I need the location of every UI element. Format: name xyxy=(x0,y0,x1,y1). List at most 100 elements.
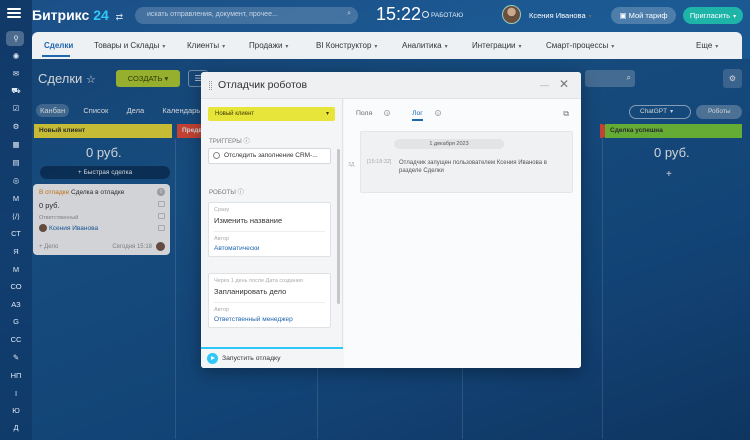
debugger-right-panel: Поля? Лог? ⧉ 1 декабря 2023 ЗД [15:18:32… xyxy=(344,99,581,368)
logo-number: 24 xyxy=(93,7,109,23)
nav-item-bi[interactable]: BI Конструктор ▾ xyxy=(316,41,377,50)
rail-item-az[interactable]: АЗ xyxy=(0,297,32,313)
chatgpt-button[interactable]: ChatGPT ▾ xyxy=(629,105,691,119)
deal-title[interactable]: В отладке Сделка в отладке xyxy=(39,189,164,196)
rail-item-yu[interactable]: Ю xyxy=(0,403,32,419)
filter-icon[interactable]: ⚲ xyxy=(0,31,32,47)
deal-responsible-name: Ксения Иванова xyxy=(49,225,99,232)
rail-item-g[interactable]: G xyxy=(0,314,32,330)
pen-icon[interactable]: ✎ xyxy=(0,350,32,366)
quick-deal-button[interactable]: + Быстрая сделка xyxy=(40,166,170,179)
plan-label: Мой тариф xyxy=(628,11,668,20)
run-debug-label: Запустить отладку xyxy=(222,355,281,362)
robot-author: Ответственный менеджер xyxy=(214,316,293,323)
rail-item-i[interactable]: І xyxy=(0,386,32,402)
cart-icon[interactable]: ⛟ xyxy=(0,83,32,99)
view-kanban[interactable]: Канбан xyxy=(36,104,70,117)
nav-item-more[interactable]: Еще ▾ xyxy=(696,41,718,50)
create-button[interactable]: СОЗДАТЬ ▾ xyxy=(116,70,180,87)
template-select[interactable]: Новый клиент ▾ xyxy=(208,107,335,121)
nav-item-sales[interactable]: Продажи ▾ xyxy=(249,41,288,50)
robots-button[interactable]: Роботы xyxy=(696,105,742,119)
nav-item-clients[interactable]: Клиенты ▾ xyxy=(187,41,225,50)
rail-item-ss[interactable]: СС xyxy=(0,332,32,348)
chevron-down-icon: ▾ xyxy=(733,14,737,20)
switch-icon: ⇄ xyxy=(115,12,124,22)
help-icon[interactable]: ⓘ xyxy=(244,138,250,145)
search-icon: ⌕ xyxy=(626,73,631,82)
nav-item-more-label: Еще xyxy=(696,41,713,50)
mail-icon[interactable] xyxy=(158,213,165,219)
robot-icon[interactable]: ⚙ xyxy=(0,119,32,135)
code-icon[interactable]: ⟨/⟩ xyxy=(0,209,32,225)
feed-icon[interactable]: ✉ xyxy=(0,66,32,82)
tasks-icon[interactable]: ☑ xyxy=(0,101,32,117)
nav-item-smart-processes[interactable]: Смарт-процессы ▾ xyxy=(546,41,614,50)
scrollbar[interactable] xyxy=(337,149,340,304)
column-header-new[interactable]: Новый клиент xyxy=(34,124,172,138)
nav-item-integrations[interactable]: Интеграции ▾ xyxy=(472,41,522,50)
rail-item-np[interactable]: НП xyxy=(0,368,32,384)
tab-log[interactable]: Лог? xyxy=(412,110,451,121)
view-activities[interactable]: Дела xyxy=(123,104,149,117)
rail-item-d[interactable]: Д xyxy=(0,420,32,436)
menu-icon[interactable] xyxy=(7,8,21,18)
column-sum-new: 0 руб. xyxy=(86,145,122,160)
rail-item-so[interactable]: СО xyxy=(0,279,32,295)
settings-button[interactable]: ⚙ xyxy=(723,69,742,88)
deal-responsible[interactable]: Ксения Иванова xyxy=(39,224,164,232)
nav-item-deals[interactable]: Сделки xyxy=(44,41,73,50)
mail-icon[interactable]: M xyxy=(0,191,32,207)
chat-icon[interactable] xyxy=(158,225,165,231)
close-icon[interactable]: ✕ xyxy=(559,77,569,91)
search-input[interactable]: искать отправления, документ, прочее... … xyxy=(135,7,358,24)
view-list[interactable]: Список xyxy=(79,104,112,117)
tab-fields[interactable]: Поля? xyxy=(356,110,400,117)
work-status[interactable]: РАБОТАЮ xyxy=(422,11,463,19)
rail-item-st[interactable]: СТ xyxy=(0,226,32,242)
log-time: [15:18:32] xyxy=(367,159,392,165)
robot-card[interactable]: Сразу Изменить название Автор Автоматиче… xyxy=(208,202,331,257)
plan-button[interactable]: ▣ Мой тариф xyxy=(611,7,676,24)
debugger-left-panel: Новый клиент ▾ ТРИГГЕРЫ ⓘ Отследить запол… xyxy=(201,99,343,368)
nav-item-analytics[interactable]: Аналитика ▾ xyxy=(402,41,448,50)
add-activity-link[interactable]: + Дело xyxy=(39,244,58,250)
run-debug-button[interactable]: Запустить отладку xyxy=(201,347,343,368)
avatar[interactable] xyxy=(502,5,521,24)
logo[interactable]: Битрикс 24 ⇄ xyxy=(32,7,123,23)
deal-status: В отладке xyxy=(39,189,70,196)
column-divider xyxy=(602,139,603,439)
rail-item-m[interactable]: М xyxy=(0,262,32,278)
robot-card[interactable]: Через 1 день после Дата создания Заплани… xyxy=(208,273,331,328)
chevron-down-icon: ▾ xyxy=(518,44,522,50)
triggers-label: ТРИГГЕРЫ ⓘ xyxy=(209,136,250,145)
rail-item-ya[interactable]: Я xyxy=(0,244,32,260)
drive-icon[interactable]: ▤ xyxy=(0,155,32,171)
phone-icon[interactable] xyxy=(158,201,165,207)
robot-condition: Сразу xyxy=(214,207,230,213)
invite-button[interactable]: Пригласить ▾ xyxy=(683,7,743,24)
add-deal-button[interactable]: + xyxy=(666,169,672,180)
open-external-icon[interactable]: ⧉ xyxy=(563,109,569,119)
avatar[interactable] xyxy=(156,242,165,251)
divider xyxy=(214,302,325,303)
calendar-icon[interactable]: ▦ xyxy=(0,137,32,153)
minimize-icon[interactable]: — xyxy=(540,80,549,90)
nav-item-smart-processes-label: Смарт-процессы xyxy=(546,41,609,50)
view-calendar[interactable]: Календарь xyxy=(158,104,204,117)
help-icon[interactable]: ⓘ xyxy=(238,189,244,196)
chat-icon[interactable]: ◉ xyxy=(0,48,32,64)
search-placeholder: искать отправления, документ, прочее... xyxy=(147,11,278,18)
drag-handle-icon[interactable] xyxy=(209,81,212,90)
trigger-item[interactable]: Отследить заполнение CRM-... xyxy=(208,148,331,164)
view-switcher: Канбан Список Дела Календарь xyxy=(36,104,212,117)
star-icon[interactable]: ☆ xyxy=(86,74,96,86)
nav-item-products[interactable]: Товары и Склады ▾ xyxy=(94,41,165,50)
user-menu[interactable]: Ксения Иванова ▾ xyxy=(529,11,592,20)
column-header-success[interactable]: Сделка успешна xyxy=(605,124,742,138)
chevron-down-icon: ▾ xyxy=(588,14,592,20)
deal-card[interactable]: В отладке Сделка в отладке 0 руб. Ответс… xyxy=(33,184,170,255)
deal-counter-badge: 0 xyxy=(157,188,165,196)
group-icon[interactable]: ◎ xyxy=(0,173,32,189)
board-search[interactable]: ⌕ xyxy=(585,70,635,87)
